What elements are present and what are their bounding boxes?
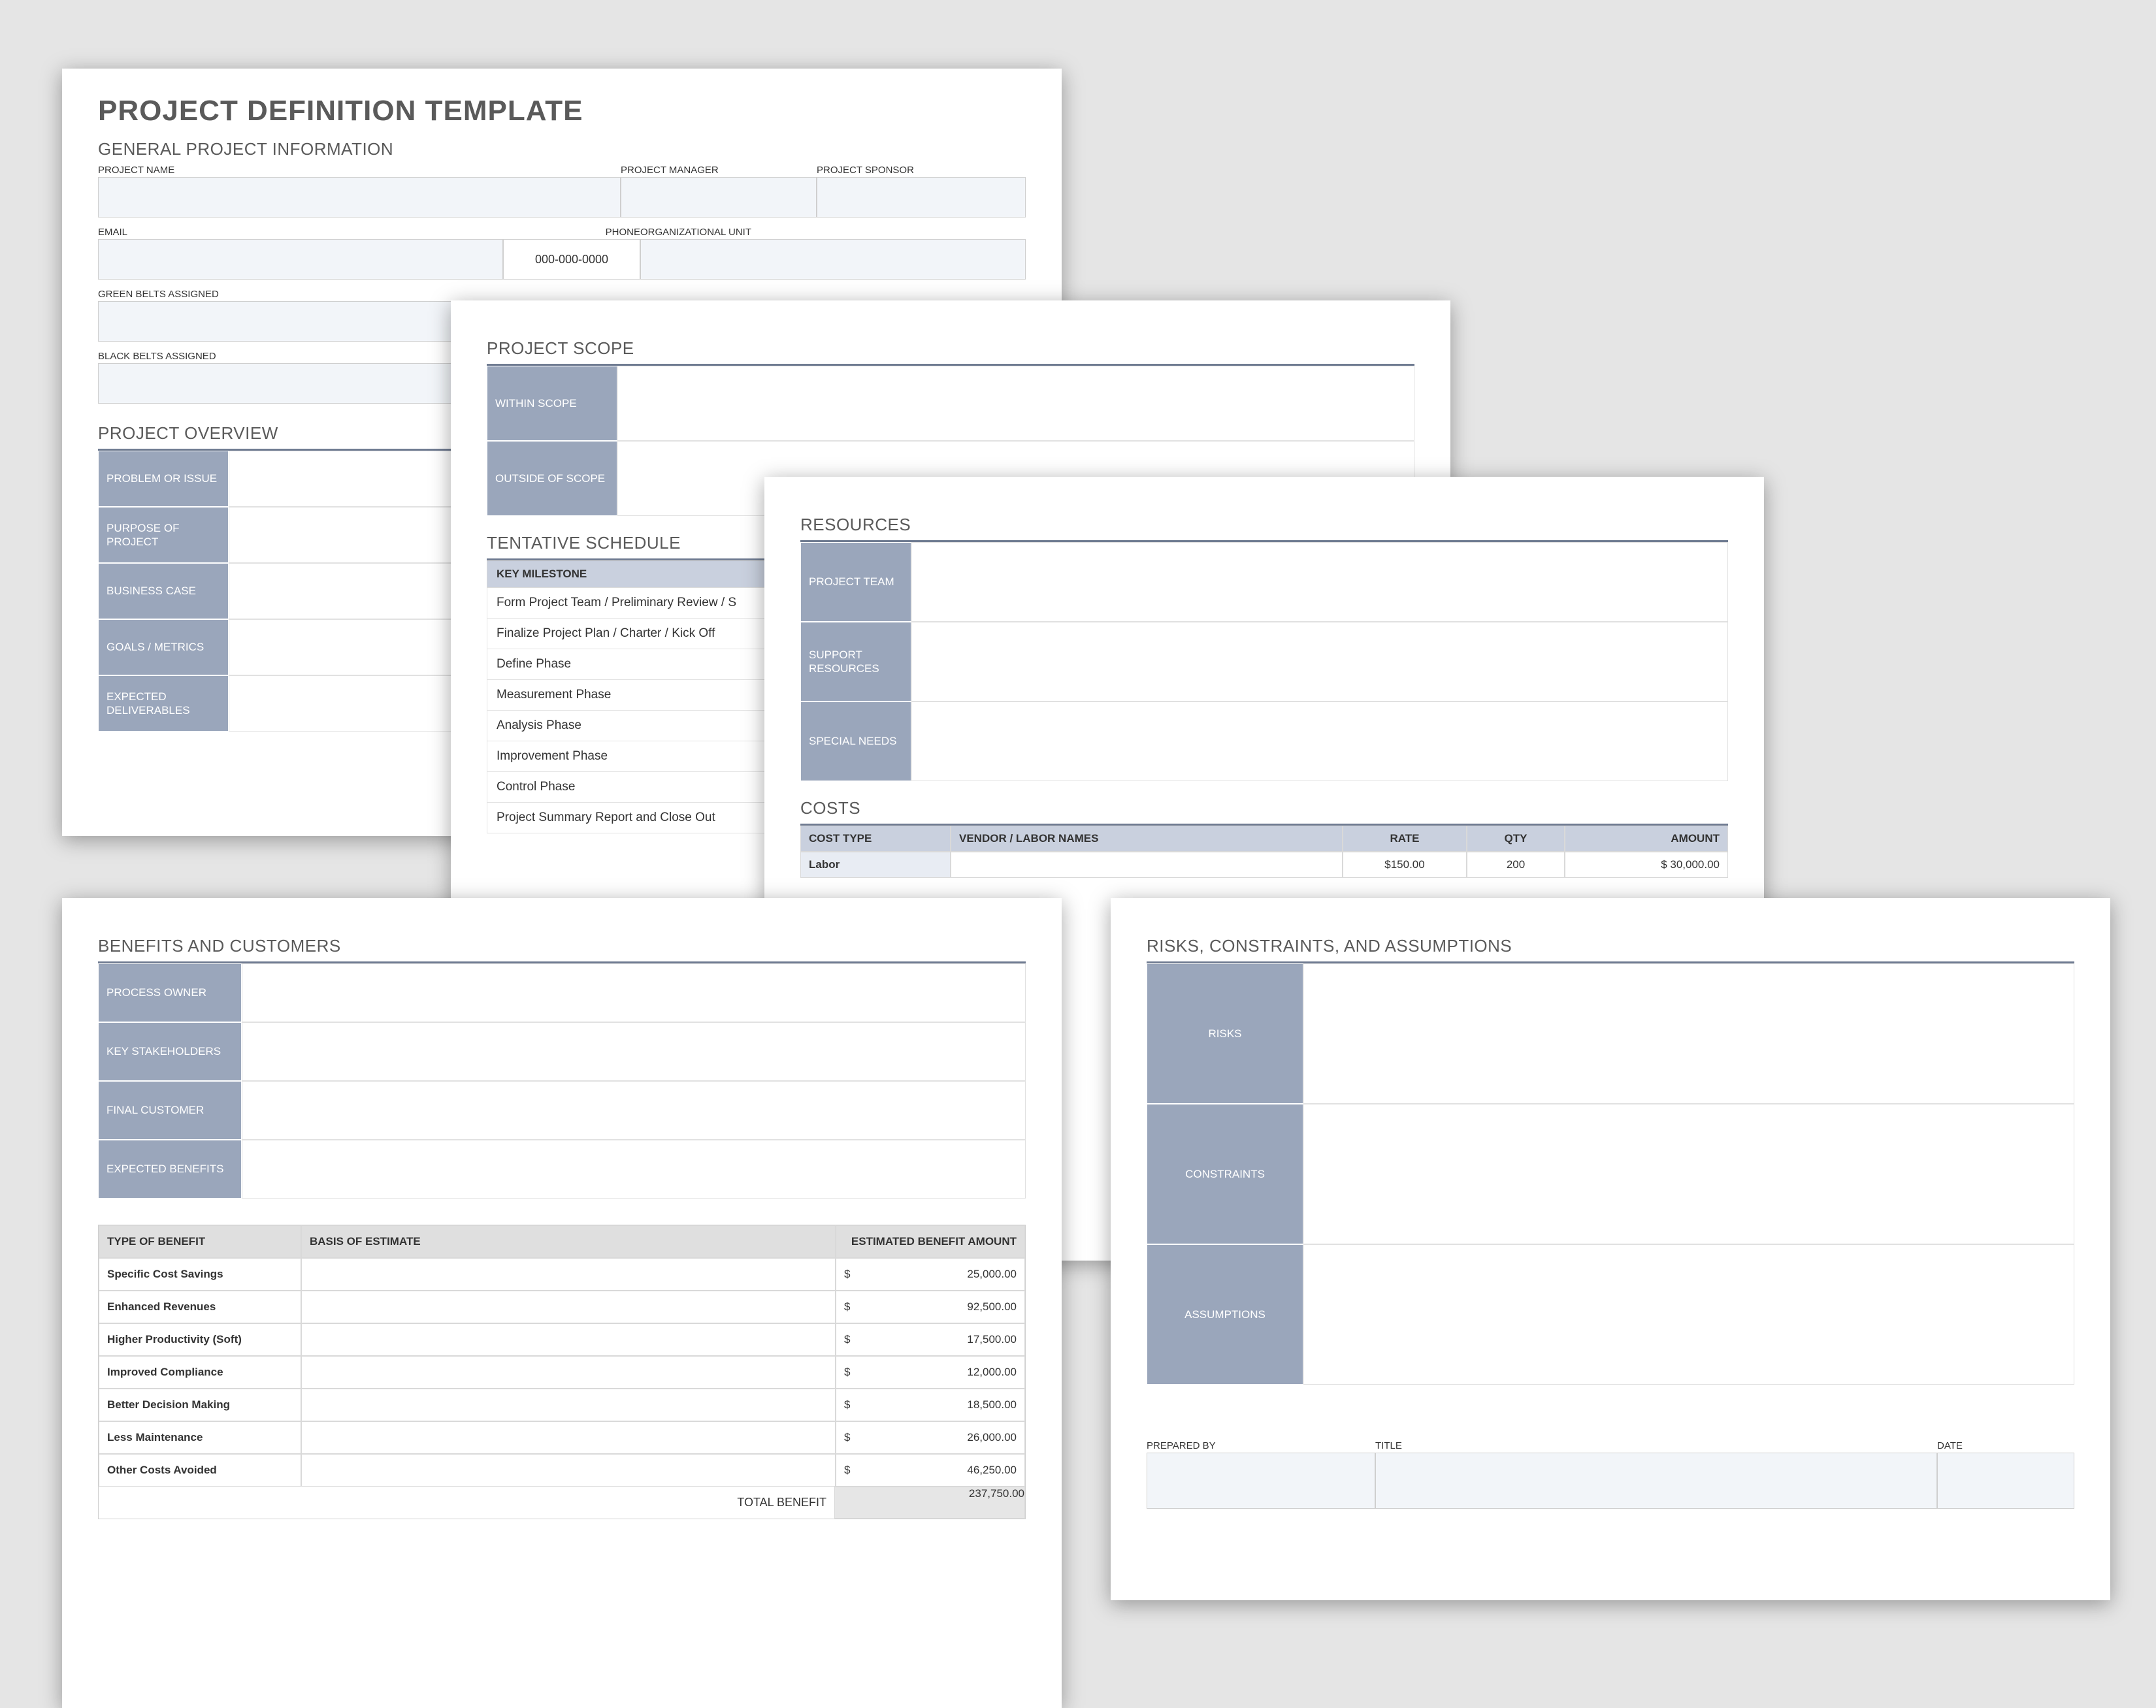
val-process-owner[interactable] [242, 963, 1026, 1022]
row-stakeholders: KEY STAKEHOLDERS [98, 1022, 242, 1081]
cost-type[interactable]: Labor [800, 852, 951, 878]
benefits-header-amount: ESTIMATED BENEFIT AMOUNT [836, 1225, 1025, 1258]
row-deliverables: EXPECTED DELIVERABLES [98, 675, 229, 732]
resources-table: PROJECT TEAM SUPPORT RESOURCES SPECIAL N… [800, 540, 1728, 781]
input-prepared-by[interactable] [1147, 1453, 1375, 1509]
input-phone[interactable]: 000-000-0000 [503, 239, 640, 280]
costs-header-rate: RATE [1343, 826, 1467, 852]
section-risks: RISKS, CONSTRAINTS, AND ASSUMPTIONS [1147, 936, 2074, 956]
input-project-manager[interactable] [621, 177, 817, 218]
benefit-total-row: TOTAL BENEFIT 237,750.00 [99, 1487, 1025, 1519]
section-benefits: BENEFITS AND CUSTOMERS [98, 936, 1026, 956]
cost-rate[interactable]: $150.00 [1343, 852, 1467, 878]
label-org-unit: ORGANIZATIONAL UNIT [640, 227, 1026, 238]
label-prepared-by: PREPARED BY [1147, 1440, 1375, 1451]
cost-vendor[interactable] [951, 852, 1343, 878]
total-label: TOTAL BENEFIT [99, 1487, 834, 1519]
label-date: DATE [1937, 1440, 2074, 1451]
label-title: TITLE [1375, 1440, 1937, 1451]
benefits-info-table: PROCESS OWNER KEY STAKEHOLDERS FINAL CUS… [98, 961, 1026, 1199]
row-constraints: CONSTRAINTS [1147, 1104, 1303, 1244]
benefits-header-basis: BASIS OF ESTIMATE [301, 1225, 836, 1258]
row-risks: RISKS [1147, 963, 1303, 1104]
costs-table: COST TYPE VENDOR / LABOR NAMES RATE QTY … [800, 824, 1728, 878]
val-within-scope[interactable] [617, 366, 1414, 441]
prepared-row: PREPARED BY TITLE DATE [1147, 1440, 2074, 1509]
costs-header-qty: QTY [1467, 826, 1565, 852]
label-email: EMAIL [98, 227, 503, 238]
benefits-header-type: TYPE OF BENEFIT [99, 1225, 301, 1258]
val-stakeholders[interactable] [242, 1022, 1026, 1081]
benefit-row: Specific Cost Savings25,000.00 [99, 1258, 1025, 1291]
cost-amount[interactable]: $ 30,000.00 [1565, 852, 1728, 878]
row-within-scope: WITHIN SCOPE [487, 366, 617, 441]
costs-header-vendor: VENDOR / LABOR NAMES [951, 826, 1343, 852]
total-amount: 237,750.00 [834, 1487, 1025, 1519]
row-purpose: PURPOSE OF PROJECT [98, 507, 229, 563]
section-costs: COSTS [800, 798, 1728, 818]
row-support-resources: SUPPORT RESOURCES [800, 622, 911, 701]
input-org-unit[interactable] [640, 239, 1026, 280]
label-project-sponsor: PROJECT SPONSOR [817, 165, 1026, 176]
row-process-owner: PROCESS OWNER [98, 963, 242, 1022]
val-assumptions[interactable] [1303, 1244, 2074, 1385]
costs-header-amount: AMOUNT [1565, 826, 1728, 852]
section-scope: PROJECT SCOPE [487, 338, 1414, 359]
val-special-needs[interactable] [911, 701, 1728, 781]
input-title[interactable] [1375, 1453, 1937, 1509]
row-outside-scope: OUTSIDE OF SCOPE [487, 441, 617, 516]
cost-qty[interactable]: 200 [1467, 852, 1565, 878]
benefit-row: Better Decision Making18,500.00 [99, 1389, 1025, 1421]
val-expected-benefits[interactable] [242, 1140, 1026, 1199]
input-project-sponsor[interactable] [817, 177, 1026, 218]
row-problem: PROBLEM OR ISSUE [98, 451, 229, 507]
val-support-resources[interactable] [911, 622, 1728, 701]
costs-header-type: COST TYPE [800, 826, 951, 852]
input-date[interactable] [1937, 1453, 2074, 1509]
row-business-case: BUSINESS CASE [98, 563, 229, 619]
val-final-customer[interactable] [242, 1081, 1026, 1140]
benefits-table: TYPE OF BENEFIT BASIS OF ESTIMATE ESTIMA… [98, 1225, 1026, 1519]
label-project-manager: PROJECT MANAGER [621, 165, 817, 176]
benefit-row: Higher Productivity (Soft)17,500.00 [99, 1323, 1025, 1356]
row-expected-benefits: EXPECTED BENEFITS [98, 1140, 242, 1199]
row-goals: GOALS / METRICS [98, 619, 229, 675]
input-project-name[interactable] [98, 177, 621, 218]
section-general: GENERAL PROJECT INFORMATION [98, 139, 1026, 159]
label-phone: PHONE [503, 227, 640, 238]
val-constraints[interactable] [1303, 1104, 2074, 1244]
benefit-row: Less Maintenance26,000.00 [99, 1421, 1025, 1454]
section-resources: RESOURCES [800, 515, 1728, 535]
page-title: PROJECT DEFINITION TEMPLATE [98, 95, 1026, 127]
benefit-row: Improved Compliance12,000.00 [99, 1356, 1025, 1389]
row-project-team: PROJECT TEAM [800, 542, 911, 622]
input-email[interactable] [98, 239, 503, 280]
risks-table: RISKS CONSTRAINTS ASSUMPTIONS [1147, 961, 2074, 1385]
benefit-row: Enhanced Revenues92,500.00 [99, 1291, 1025, 1323]
costs-row: Labor $150.00 200 $ 30,000.00 [800, 852, 1728, 878]
card-risks: RISKS, CONSTRAINTS, AND ASSUMPTIONS RISK… [1111, 898, 2110, 1600]
val-project-team[interactable] [911, 542, 1728, 622]
row-final-customer: FINAL CUSTOMER [98, 1081, 242, 1140]
benefit-row: Other Costs Avoided46,250.00 [99, 1454, 1025, 1487]
row-assumptions: ASSUMPTIONS [1147, 1244, 1303, 1385]
label-project-name: PROJECT NAME [98, 165, 621, 176]
card-benefits: BENEFITS AND CUSTOMERS PROCESS OWNER KEY… [62, 898, 1062, 1708]
val-risks[interactable] [1303, 963, 2074, 1104]
label-green-belts: GREEN BELTS ASSIGNED [98, 289, 1026, 300]
row-special-needs: SPECIAL NEEDS [800, 701, 911, 781]
